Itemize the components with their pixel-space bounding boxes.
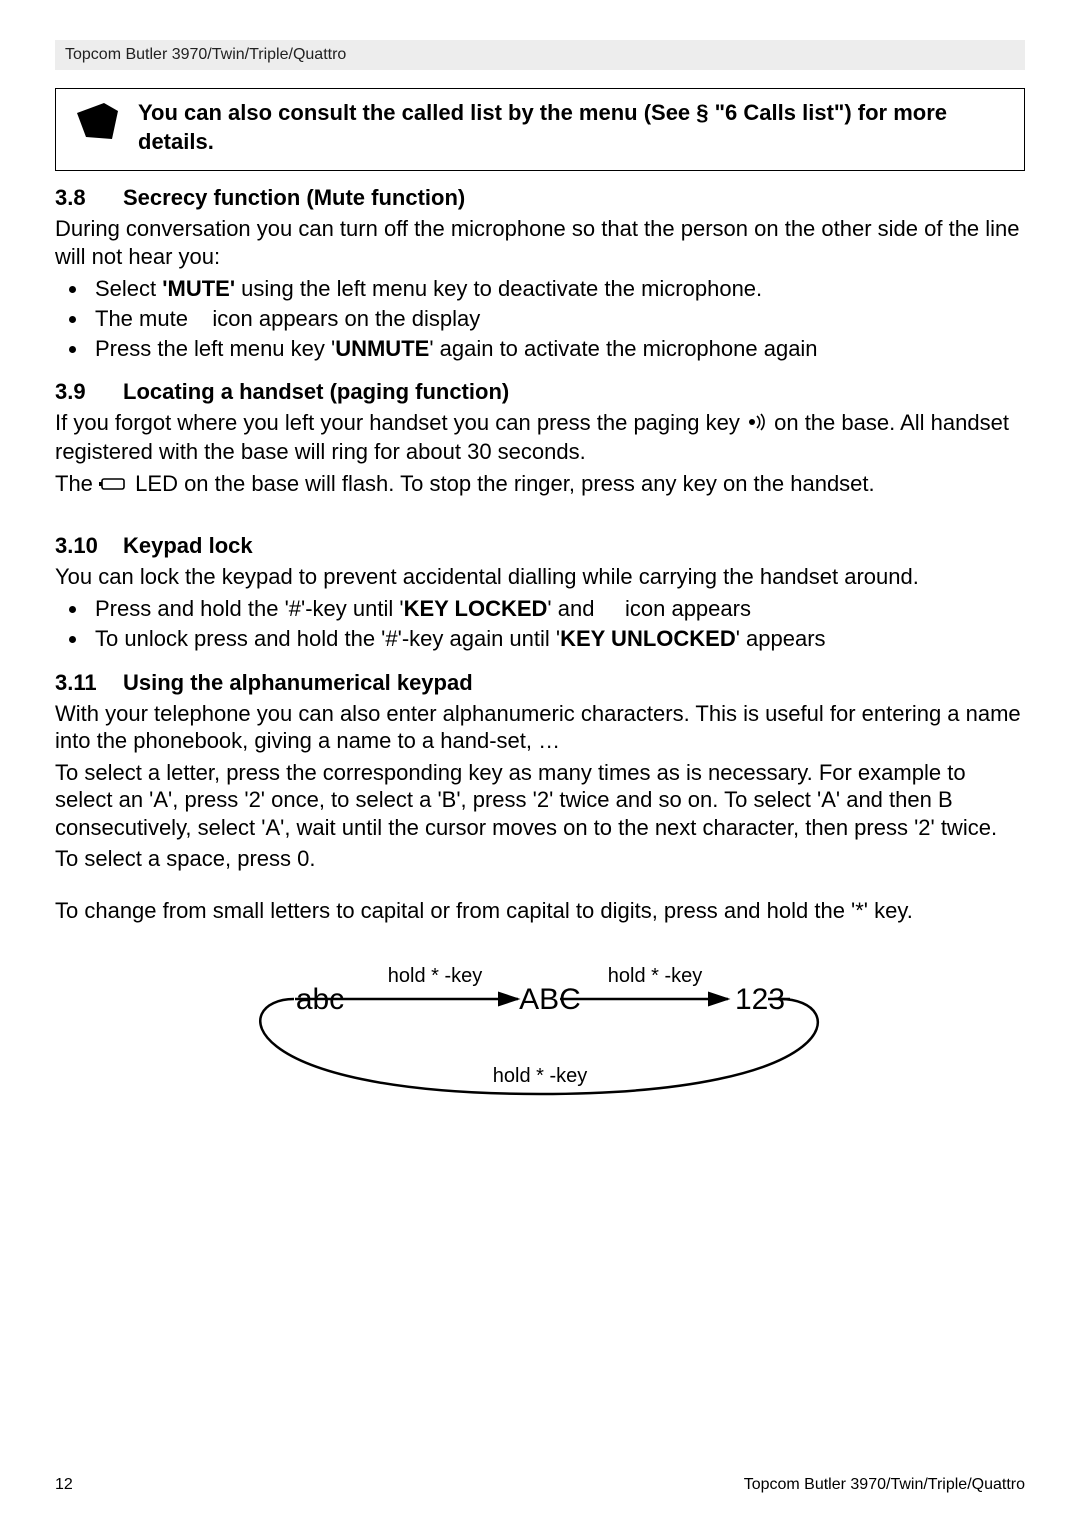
text: Press and hold the '#'-key until ': [95, 596, 404, 621]
para: During conversation you can turn off the…: [55, 215, 1025, 270]
bold-text: KEY LOCKED: [404, 596, 548, 621]
bold-text: UNMUTE: [335, 336, 429, 361]
section-title: Keypad lock: [123, 533, 253, 558]
list-item: Select 'MUTE' using the left menu key to…: [89, 274, 1025, 304]
note-box: You can also consult the called list by …: [55, 88, 1025, 171]
text: LED on the base will flash. To stop the …: [135, 471, 874, 496]
text: Press the left menu key ': [95, 336, 335, 361]
led-icon: [99, 471, 129, 499]
para: If you forgot where you left your handse…: [55, 409, 1025, 465]
mode-cycle-diagram: abc ABC 123 hold * -key hold * -key hold…: [55, 944, 1025, 1119]
para: To select a space, press 0.: [55, 845, 1025, 873]
footer: 12 Topcom Butler 3970/Twin/Triple/Quattr…: [55, 1476, 1025, 1494]
para: To select a letter, press the correspond…: [55, 759, 1025, 842]
para: You can lock the keypad to prevent accid…: [55, 563, 1025, 591]
section-3-9-heading: 3.9Locating a handset (paging function): [55, 379, 1025, 405]
section-3-10-heading: 3.10Keypad lock: [55, 533, 1025, 559]
note-tag-icon: [74, 101, 120, 146]
para: With your telephone you can also enter a…: [55, 700, 1025, 755]
section-3-11-heading: 3.11Using the alphanumerical keypad: [55, 670, 1025, 696]
section-title: Secrecy function (Mute function): [123, 185, 465, 210]
diagram-top1: hold * -key: [388, 965, 483, 987]
list-item: Press the left menu key 'UNMUTE' again t…: [89, 334, 1025, 364]
footer-right: Topcom Butler 3970/Twin/Triple/Quattro: [744, 1476, 1025, 1494]
bold-text: KEY UNLOCKED: [560, 626, 736, 651]
text: To unlock press and hold the '#'-key aga…: [95, 626, 560, 651]
page-number: 12: [55, 1476, 73, 1494]
paging-icon: [746, 411, 768, 439]
bullet-list: Press and hold the '#'-key until 'KEY LO…: [55, 594, 1025, 653]
section-num: 3.10: [55, 533, 123, 559]
text: The: [55, 471, 99, 496]
header-title: Topcom Butler 3970/Twin/Triple/Quattro: [55, 40, 1025, 70]
text: ' again to activate the microphone again: [429, 336, 817, 361]
section-num: 3.9: [55, 379, 123, 405]
diagram-top2: hold * -key: [608, 965, 703, 987]
para: To change from small letters to capital …: [55, 897, 1025, 925]
list-item: Press and hold the '#'-key until 'KEY LO…: [89, 594, 1025, 624]
section-num: 3.8: [55, 185, 123, 211]
section-3-8-heading: 3.8Secrecy function (Mute function): [55, 185, 1025, 211]
bold-text: 'MUTE': [162, 276, 235, 301]
section-title: Using the alphanumerical keypad: [123, 670, 473, 695]
text: using the left menu key to deactivate th…: [235, 276, 762, 301]
section-num: 3.11: [55, 670, 123, 696]
para: The LED on the base will flash. To stop …: [55, 470, 1025, 499]
diagram-bottom: hold * -key: [493, 1065, 588, 1087]
section-title: Locating a handset (paging function): [123, 379, 509, 404]
note-text: You can also consult the called list by …: [138, 99, 1006, 156]
text: If you forgot where you left your handse…: [55, 410, 746, 435]
text: ' and icon appears: [547, 596, 751, 621]
text: Select: [95, 276, 162, 301]
text: ' appears: [736, 626, 826, 651]
list-item: To unlock press and hold the '#'-key aga…: [89, 624, 1025, 654]
bullet-list: Select 'MUTE' using the left menu key to…: [55, 274, 1025, 363]
list-item: The mute icon appears on the display: [89, 304, 1025, 334]
